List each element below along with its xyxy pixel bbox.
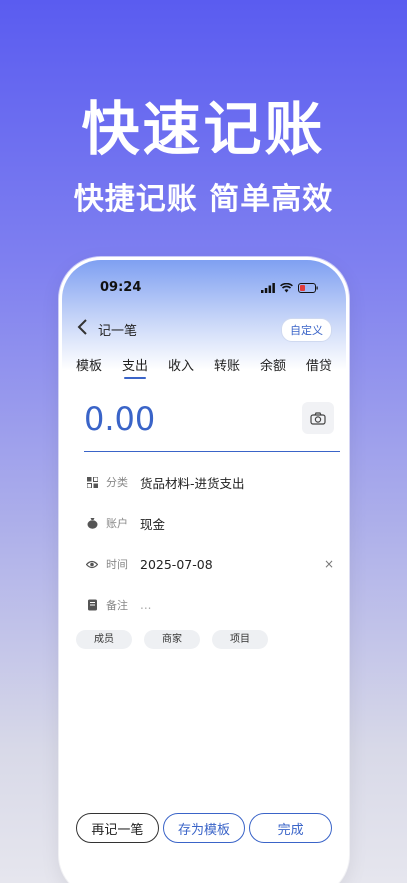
tab-income[interactable]: 收入 <box>168 355 194 379</box>
banner-headline: 快速记账 <box>81 95 326 163</box>
amount-value[interactable]: 0.00 <box>84 400 155 438</box>
category-label: 分类 <box>106 476 128 489</box>
time-value[interactable]: 2025-07-08 <box>140 557 213 572</box>
category-icon <box>86 476 98 488</box>
done-button[interactable]: 完成 <box>249 813 333 843</box>
phone-frame: 09:24 记一笔 自定义 模板 支出 收入 转账 余额 借贷 0.00 分类 … <box>59 257 349 883</box>
phone-header-gradient <box>62 260 346 370</box>
note-icon <box>86 599 98 611</box>
wifi-icon <box>280 283 293 293</box>
money-bag-icon <box>86 517 98 529</box>
tab-template[interactable]: 模板 <box>76 355 102 379</box>
amount-input-row[interactable]: 0.00 <box>84 400 340 452</box>
chip-project[interactable]: 项目 <box>212 630 268 649</box>
note-field[interactable]: 备注 ... <box>86 595 338 615</box>
time-field[interactable]: 时间 2025-07-08 × <box>86 554 338 574</box>
chip-member[interactable]: 成员 <box>76 630 132 649</box>
account-label: 账户 <box>106 517 128 530</box>
back-icon[interactable] <box>76 318 88 341</box>
eye-icon <box>86 558 98 570</box>
save-template-button[interactable]: 存为模板 <box>162 813 246 843</box>
type-tabs: 模板 支出 收入 转账 余额 借贷 <box>76 355 332 379</box>
camera-icon[interactable] <box>302 402 334 434</box>
note-input[interactable]: ... <box>140 598 151 612</box>
account-value[interactable]: 现金 <box>140 514 165 533</box>
banner-subline: 快捷记账 简单高效 <box>73 182 334 217</box>
category-field[interactable]: 分类 货品材料-进货支出 <box>86 472 338 492</box>
account-field[interactable]: 账户 现金 <box>86 513 338 533</box>
note-label: 备注 <box>106 599 128 612</box>
chip-merchant[interactable]: 商家 <box>144 630 200 649</box>
battery-icon <box>298 283 318 293</box>
status-bar: 09:24 <box>100 280 318 300</box>
tab-expense[interactable]: 支出 <box>122 355 148 379</box>
bottom-actions: 再记一笔 存为模板 完成 <box>76 813 333 843</box>
clear-time-icon[interactable]: × <box>324 557 334 571</box>
time-label: 时间 <box>106 558 128 571</box>
tag-chips: 成员 商家 项目 <box>76 630 268 649</box>
signal-icon <box>261 283 275 293</box>
status-time: 09:24 <box>100 280 142 295</box>
page-title: 记一笔 <box>98 324 138 339</box>
category-value[interactable]: 货品材料-进货支出 <box>140 473 245 492</box>
tab-balance[interactable]: 余额 <box>260 355 286 379</box>
nav-bar: 记一笔 自定义 <box>76 318 332 342</box>
tab-transfer[interactable]: 转账 <box>214 355 240 379</box>
status-icons <box>261 283 318 293</box>
record-again-button[interactable]: 再记一笔 <box>76 813 159 843</box>
tab-loan[interactable]: 借贷 <box>306 355 332 379</box>
customize-button[interactable]: 自定义 <box>281 318 332 342</box>
